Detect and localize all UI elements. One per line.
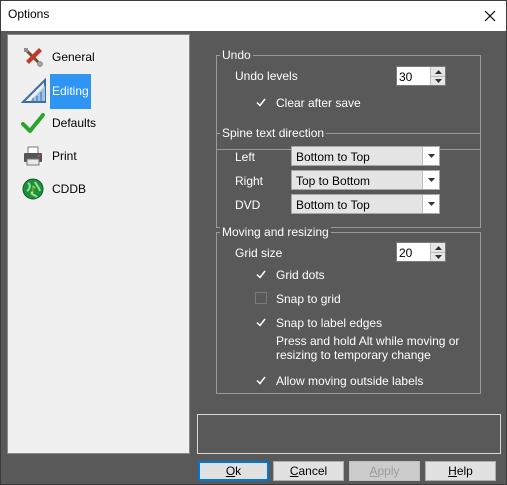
clear-after-save-label: Clear after save <box>276 96 361 110</box>
spin-up-button[interactable] <box>431 243 445 252</box>
close-button[interactable] <box>473 1 506 31</box>
title-bar: Options <box>1 1 506 31</box>
sidebar-item-label: General <box>52 50 95 64</box>
wrench-screwdriver-icon <box>21 45 45 69</box>
undo-levels-value: 30 <box>399 70 413 84</box>
alt-hint-line1: Press and hold Alt while moving or <box>276 334 460 348</box>
window-title: Options <box>8 7 50 21</box>
sidebar-item-print[interactable]: Print <box>16 140 186 173</box>
allow-outside-label: Allow moving outside labels <box>276 374 424 388</box>
spine-right-value: Top to Bottom <box>296 174 371 188</box>
spine-left-select[interactable]: Bottom to Top <box>291 146 440 166</box>
undo-levels-label: Undo levels <box>235 69 298 83</box>
grid-dots-checkbox[interactable] <box>255 268 267 280</box>
spin-up-button[interactable] <box>431 67 445 76</box>
alt-hint-line2: resizing to temporary change <box>276 348 431 362</box>
ruler-triangle-icon <box>20 77 46 103</box>
sidebar-item-defaults[interactable]: Defaults <box>16 107 186 140</box>
snap-to-edges-label: Snap to label edges <box>276 316 383 330</box>
ok-button[interactable]: Ok <box>198 461 269 481</box>
checkmark-icon <box>256 270 266 279</box>
moving-resizing-group: Moving and resizing Grid size 20 Grid do… <box>216 225 481 394</box>
dialog-content: General Editing Defaults Print ♪ CDDB Un… <box>1 31 506 484</box>
moving-group-title: Moving and resizing <box>220 225 331 239</box>
spine-right-label: Right <box>235 174 264 188</box>
globe-disc-icon: ♪ <box>21 177 45 201</box>
spine-group-title: Spine text direction <box>220 126 327 140</box>
cancel-button[interactable]: Cancel <box>273 461 344 481</box>
options-dialog: Options General Editing Defaults Print ♪… <box>0 0 507 485</box>
chevron-down-icon <box>422 171 439 189</box>
svg-text:♪: ♪ <box>30 185 36 196</box>
green-checkmark-icon <box>21 111 45 135</box>
allow-outside-checkbox[interactable] <box>255 374 267 386</box>
checkmark-icon <box>256 98 266 107</box>
chevron-down-icon <box>434 255 442 259</box>
sidebar-item-general[interactable]: General <box>16 41 186 74</box>
spine-direction-group: Spine text direction Left Bottom to Top … <box>216 126 481 228</box>
sidebar-item-label: CDDB <box>52 182 87 196</box>
apply-button[interactable]: Apply <box>349 461 420 481</box>
sidebar-item-cddb[interactable]: ♪ CDDB <box>16 173 186 206</box>
description-panel <box>197 414 501 454</box>
sidebar-item-label: Defaults <box>52 116 97 130</box>
snap-to-grid-label: Snap to grid <box>276 292 341 306</box>
checkmark-icon <box>256 376 266 385</box>
undo-group-title: Undo <box>220 48 253 62</box>
category-sidebar: General Editing Defaults Print ♪ CDDB <box>7 34 190 454</box>
spine-left-value: Bottom to Top <box>296 150 370 164</box>
snap-to-grid-checkbox[interactable] <box>255 292 267 304</box>
grid-size-label: Grid size <box>235 246 283 260</box>
close-icon <box>484 10 495 22</box>
chevron-down-icon <box>422 147 439 165</box>
grid-size-spinner[interactable]: 20 <box>396 242 446 262</box>
spin-down-button[interactable] <box>431 252 445 261</box>
chevron-down-icon <box>434 79 442 83</box>
spine-dvd-label: DVD <box>235 198 261 212</box>
spine-dvd-select[interactable]: Bottom to Top <box>291 194 440 214</box>
spine-right-select[interactable]: Top to Bottom <box>291 170 440 190</box>
undo-levels-spinner[interactable]: 30 <box>396 66 446 86</box>
chevron-up-icon <box>434 69 442 74</box>
grid-dots-label: Grid dots <box>276 268 325 282</box>
sidebar-item-label: Print <box>52 149 77 163</box>
clear-after-save-checkbox[interactable] <box>255 96 267 108</box>
grid-size-value: 20 <box>399 246 413 260</box>
chevron-up-icon <box>434 245 442 250</box>
printer-icon <box>21 144 45 168</box>
snap-to-edges-checkbox[interactable] <box>255 316 267 328</box>
spine-dvd-value: Bottom to Top <box>296 198 370 212</box>
sidebar-item-editing[interactable]: Editing <box>16 74 186 109</box>
sidebar-item-label: Editing <box>50 74 91 109</box>
help-button[interactable]: Help <box>425 461 496 481</box>
spine-left-label: Left <box>235 150 256 164</box>
spin-down-button[interactable] <box>431 76 445 85</box>
chevron-down-icon <box>422 195 439 213</box>
checkmark-icon <box>256 318 266 327</box>
